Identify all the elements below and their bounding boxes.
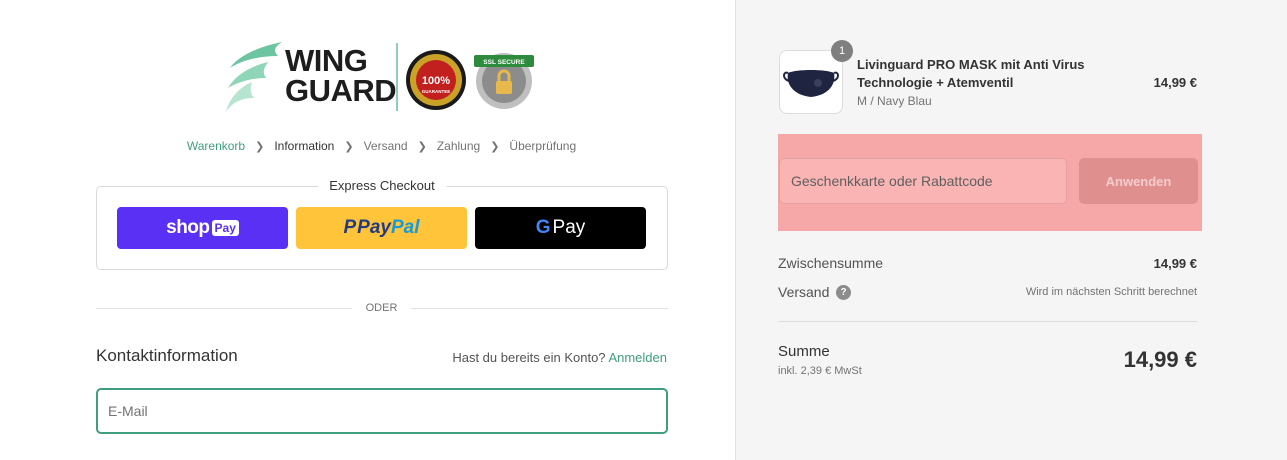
help-icon[interactable]: ? [836,285,851,300]
tax-note: inkl. 2,39 € MwSt [778,365,862,377]
apply-discount-button[interactable]: Anwenden [1079,158,1198,204]
google-pay-wordmark: Pay [552,217,586,238]
login-hint-text: Hast du bereits ein Konto? [452,350,606,365]
breadcrumb-information: Information [274,139,335,153]
login-link[interactable]: Anmelden [608,350,667,365]
store-logo[interactable]: WING GUARD 100% GUARANTEE SSL SECURE [222,38,542,116]
breadcrumb-review: Überprüfung [509,139,577,153]
quantity-badge: 1 [831,40,853,62]
express-checkout: Express Checkout shop Pay P Pay Pal G Pay [96,178,668,270]
paypal-wordmark-pay: Pay [357,217,391,238]
email-field[interactable] [96,388,668,434]
paypal-button[interactable]: P Pay Pal [296,207,467,249]
breadcrumb: Warenkorb ❯ Information ❯ Versand ❯ Zahl… [0,139,763,153]
logo-wordmark: WING GUARD [285,43,397,108]
total-label: Summe [778,343,830,360]
login-hint: Hast du bereits ein Konto? Anmelden [452,350,667,365]
logo-divider [396,43,398,111]
logo-line-2: GUARD [285,73,397,108]
product-variant: M / Navy Blau [857,94,932,108]
breadcrumb-payment: Zahlung [436,139,481,153]
paypal-wordmark-pal: Pal [390,217,420,238]
total-divider [778,321,1197,322]
guarantee-badge-icon: 100% GUARANTEE [406,50,466,110]
chevron-right-icon: ❯ [255,140,265,153]
contact-section-title: Kontaktinformation [96,346,238,365]
shop-pay-wordmark: shop [166,217,210,238]
ssl-label: SSL SECURE [483,59,525,66]
express-checkout-title: Express Checkout [318,178,446,193]
product-name: Livinguard PRO MASK mit Anti Virus Techn… [857,57,1085,90]
paypal-logo-icon: P [343,217,357,238]
shipping-label: Versand [778,284,830,300]
order-summary: 1 Livinguard PRO MASK mit Anti Virus Tec… [735,0,1287,460]
wing-logo-icon [226,42,282,112]
divider-label: ODER [0,302,763,314]
checkout-main: WING GUARD 100% GUARANTEE SSL SECURE War… [0,0,735,460]
subtotal-value: 14,99 € [1153,256,1197,271]
logo-line-1: WING [285,43,368,78]
google-g-icon: G [535,217,551,238]
breadcrumb-cart[interactable]: Warenkorb [187,139,245,153]
guarantee-percent: 100% [422,75,450,87]
product-price: 14,99 € [1153,75,1197,90]
chevron-right-icon: ❯ [417,140,427,153]
breadcrumb-shipping: Versand [363,139,408,153]
discount-section: Anwenden [778,134,1202,231]
guarantee-label: GUARANTEE [422,89,451,94]
ssl-secure-badge-icon: SSL SECURE [474,53,534,109]
chevron-right-icon: ❯ [344,140,354,153]
product-image [779,50,843,114]
google-pay-button[interactable]: G Pay [475,207,646,249]
discount-code-field[interactable] [779,158,1067,204]
shop-pay-button[interactable]: shop Pay [117,207,288,249]
subtotal-label: Zwischensumme [778,255,884,271]
shop-pay-badge: Pay [211,220,239,236]
shipping-value: Wird im nächsten Schritt berechnet [1025,286,1197,298]
mask-icon [783,70,839,97]
total-value: 14,99 € [1123,347,1197,372]
chevron-right-icon: ❯ [490,140,500,153]
